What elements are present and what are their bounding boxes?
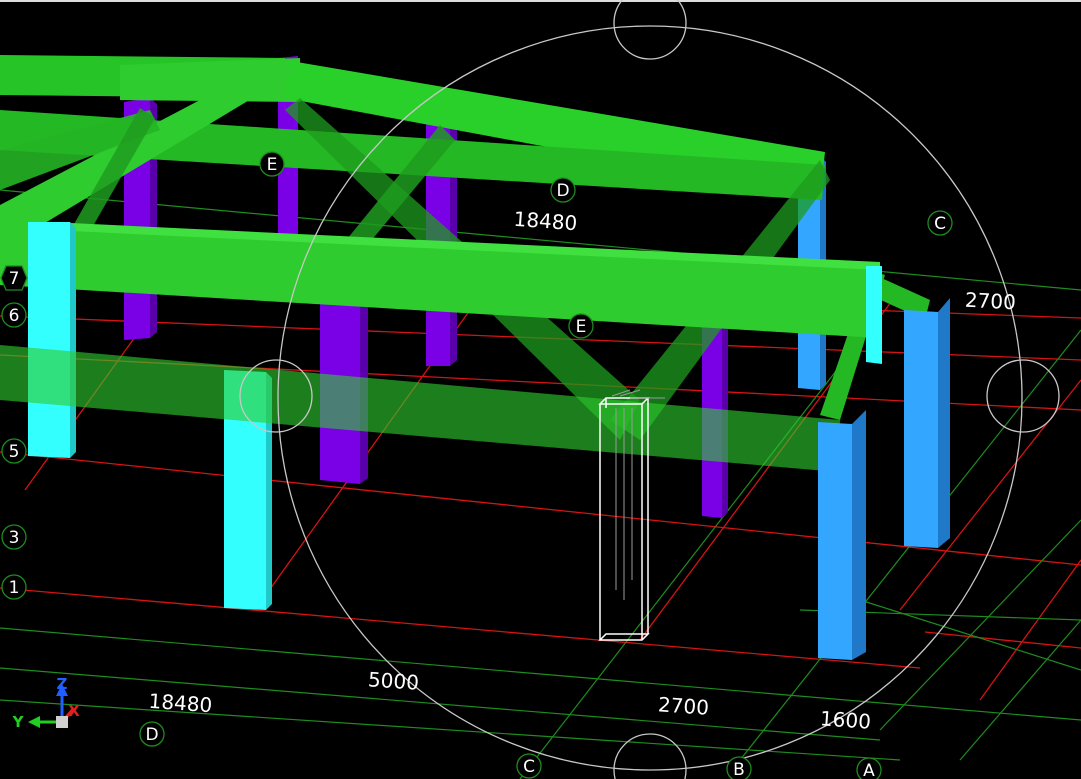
grid-bubble-label: A [863, 761, 875, 779]
grid-bubble: D [139, 721, 165, 747]
grid-bubble-label: 6 [9, 306, 20, 326]
dim-bottom-right-span-1: 2700 [657, 692, 709, 719]
grid-bubble-label: 1 [9, 578, 20, 598]
axis-y-label: Y [12, 713, 25, 731]
grid-bubble: A [856, 757, 882, 779]
grid-bubble: C [516, 753, 542, 779]
grid-line-1 [0, 587, 921, 669]
column-blue-2 [904, 310, 938, 548]
grid-bubble-label: 5 [9, 442, 20, 462]
axis-x-label: X [68, 702, 80, 720]
grid-bubble: B [726, 756, 752, 779]
grid-bubble: 7 [0, 265, 28, 291]
dim-top-span: 18480 [513, 207, 578, 235]
column-blue-1 [818, 422, 852, 660]
grid-bubble-label: 7 [9, 269, 20, 289]
column-cyan-1 [28, 222, 70, 458]
axis-z-label: Z [57, 675, 68, 693]
gizmo-handle-bottom[interactable] [613, 733, 687, 779]
model-canvas[interactable]: 7 6 5 3 1 E D C E D C B A 18480 2700 184… [0, 0, 1081, 779]
grid-bubble-label: C [523, 757, 535, 777]
column-cyan-3 [866, 266, 882, 364]
grid-bubble-label: D [556, 181, 569, 201]
dim-bottom-right-span-2: 1600 [819, 706, 871, 733]
grid-bubble: 3 [1, 524, 27, 550]
grid-bubble: 1 [1, 574, 27, 600]
gizmo-handle-top[interactable] [613, 0, 687, 60]
dim-bottom-mid-span: 5000 [367, 667, 419, 694]
3d-model-viewport[interactable]: 7 6 5 3 1 E D C E D C B A 18480 2700 184… [0, 0, 1081, 779]
grid-bubble-label: C [934, 214, 946, 234]
grid-bubble-label: 3 [9, 528, 20, 548]
grid-bubble: C [927, 210, 953, 236]
dim-right-span: 2700 [964, 288, 1016, 315]
grid-bubble-label: D [145, 725, 158, 745]
grid-bubble: D [550, 177, 576, 203]
gizmo-handle-right[interactable] [986, 359, 1060, 433]
grid-bubble-label: E [576, 317, 587, 337]
grid-bubble: 5 [1, 438, 27, 464]
grid-bubble: E [259, 151, 285, 177]
dim-bottom-left-span: 18480 [148, 689, 213, 717]
grid-bubbles-numbers: 7 6 5 3 1 [0, 265, 28, 600]
grid-bubble: 6 [1, 302, 27, 328]
grid-bubble: E [568, 313, 594, 339]
grid-bubble-label: B [733, 760, 745, 779]
grid-bubble-label: E [267, 155, 278, 175]
